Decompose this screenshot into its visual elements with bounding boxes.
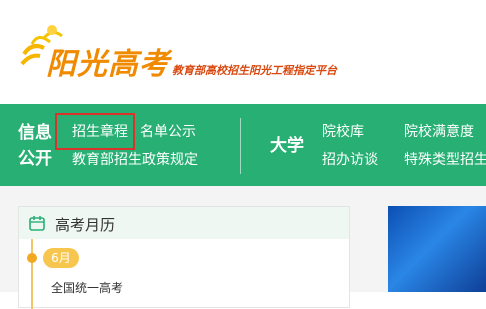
promo-banner-image[interactable] [388,206,486,292]
calendar-card: 高考月历 6月 全国统一高考 [18,206,350,309]
nav-link-special-admission[interactable]: 特殊类型招生 [404,150,486,170]
calendar-icon [29,216,45,231]
nav-divider [240,118,241,174]
nav-section-title-info-line1: 信息 [18,123,52,143]
month-badge[interactable]: 6月 [43,248,79,268]
calendar-title: 高考月历 [55,216,116,234]
calendar-header: 高考月历 [19,207,349,239]
nav-link-list-publicity[interactable]: 名单公示 [140,122,196,142]
nav-link-college-library[interactable]: 院校库 [322,122,364,142]
highlight-box [55,113,135,150]
logo-title: 阳光高考 [46,47,170,82]
nav-link-office-interview[interactable]: 招办访谈 [322,150,378,170]
nav-section-title-info-line2: 公开 [18,149,52,169]
site-header: 阳光高考 教育部高校招生阳光工程指定平台 [0,0,486,104]
timeline-line [31,239,33,309]
calendar-event[interactable]: 全国统一高考 [51,279,123,296]
nav-section-title-university: 大学 [270,136,304,156]
nav-link-moe-policy[interactable]: 教育部招生政策规定 [72,150,198,170]
timeline-dot [27,253,37,263]
site-logo[interactable]: 阳光高考 教育部高校招生阳光工程指定平台 [18,24,348,84]
nav-link-college-satisfaction[interactable]: 院校满意度 [404,122,474,142]
logo-subtitle: 教育部高校招生阳光工程指定平台 [172,64,337,77]
